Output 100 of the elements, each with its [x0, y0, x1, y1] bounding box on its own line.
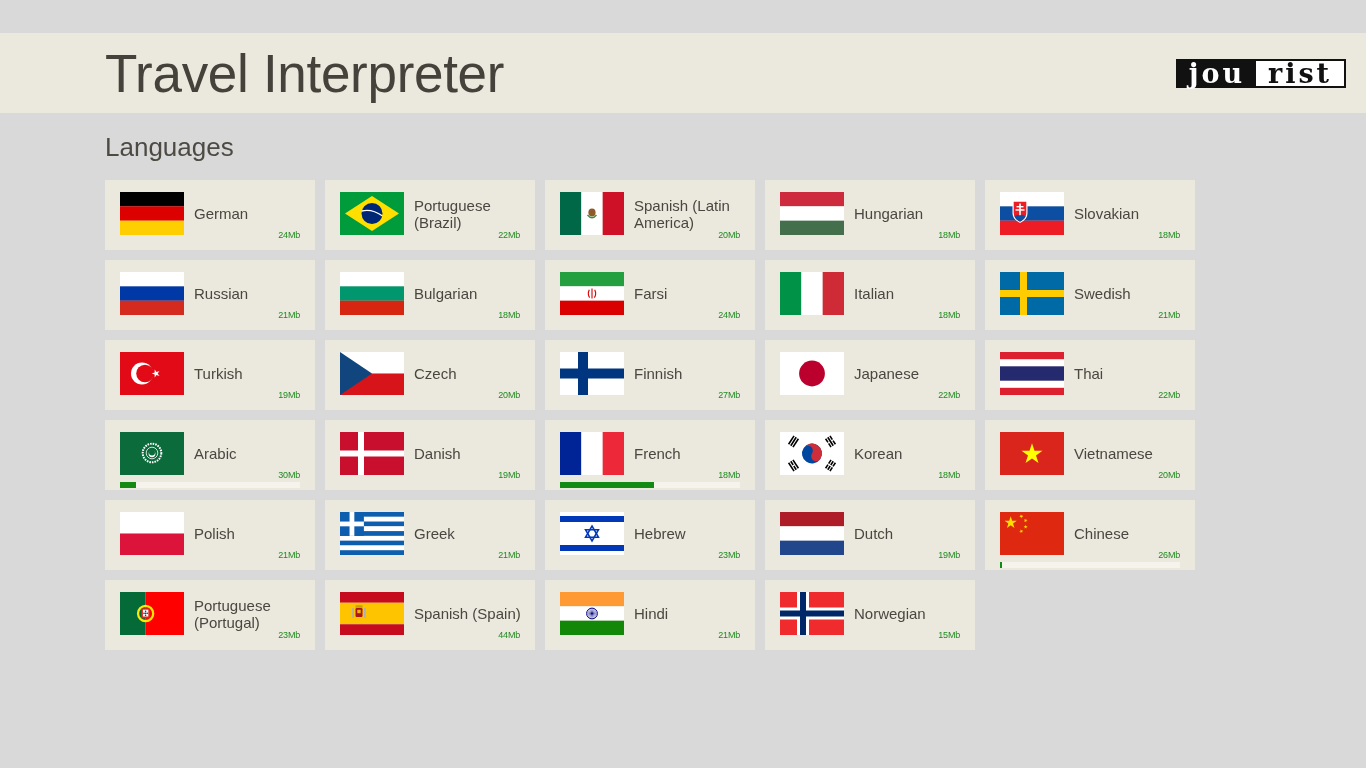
download-size: 21Mb: [1158, 311, 1180, 320]
finnish-flag-icon: [560, 352, 624, 395]
arab-league-flag-icon: [120, 432, 184, 475]
language-tile[interactable]: Turkish 19Mb: [105, 340, 315, 410]
download-size: 20Mb: [718, 231, 740, 240]
italian-flag-icon: [780, 272, 844, 315]
language-tile[interactable]: Dutch 19Mb: [765, 500, 975, 570]
norwegian-flag-icon: [780, 592, 844, 635]
brazilian-flag-icon: [340, 192, 404, 235]
spanish-flag-icon: [340, 592, 404, 635]
language-name: Hebrew: [634, 525, 686, 542]
language-name: Norwegian: [854, 605, 926, 622]
japanese-flag-icon: [780, 352, 844, 395]
language-tile[interactable]: Russian 21Mb: [105, 260, 315, 330]
app-title: Travel Interpreter: [105, 43, 505, 104]
download-size: 18Mb: [498, 311, 520, 320]
language-tile[interactable]: Portuguese (Portugal) 23Mb: [105, 580, 315, 650]
language-name: Swedish: [1074, 285, 1131, 302]
language-name: German: [194, 205, 249, 222]
language-tile[interactable]: Slovakian 18Mb: [985, 180, 1195, 250]
language-tile[interactable]: Greek 21Mb: [325, 500, 535, 570]
czech-flag-icon: [340, 352, 404, 395]
download-size: 19Mb: [498, 471, 520, 480]
language-tile[interactable]: Thai 22Mb: [985, 340, 1195, 410]
language-tile[interactable]: Hungarian 18Mb: [765, 180, 975, 250]
chinese-flag-icon: [1000, 512, 1064, 555]
download-size: 21Mb: [278, 551, 300, 560]
mexican-flag-icon: [560, 192, 624, 235]
language-tile[interactable]: Hindi 21Mb: [545, 580, 755, 650]
turkish-flag-icon: [120, 352, 184, 395]
download-size: 22Mb: [498, 231, 520, 240]
language-tile[interactable]: Arabic 30Mb: [105, 420, 315, 490]
language-tile[interactable]: Swedish 21Mb: [985, 260, 1195, 330]
language-tile[interactable]: Polish 21Mb: [105, 500, 315, 570]
section-heading: Languages: [105, 132, 234, 162]
russian-flag-icon: [120, 272, 184, 315]
download-size: 26Mb: [1158, 551, 1180, 560]
download-size: 18Mb: [1158, 231, 1180, 240]
swedish-flag-icon: [1000, 272, 1064, 315]
download-size: 19Mb: [278, 391, 300, 400]
vietnamese-flag-icon: [1000, 432, 1064, 475]
language-tile[interactable]: Chinese 26Mb: [985, 500, 1195, 570]
download-size: 23Mb: [718, 551, 740, 560]
israeli-flag-icon: [560, 512, 624, 555]
language-name: Dutch: [854, 525, 894, 542]
download-size: 44Mb: [498, 631, 520, 640]
slovak-flag-icon: [1000, 192, 1064, 235]
language-name: Hungarian: [854, 205, 924, 222]
language-tile[interactable]: Japanese 22Mb: [765, 340, 975, 410]
language-name: Vietnamese: [1074, 445, 1153, 462]
logo: jou rist: [1176, 58, 1346, 88]
language-tile[interactable]: Bulgarian 18Mb: [325, 260, 535, 330]
download-size: 22Mb: [1158, 391, 1180, 400]
download-size: 24Mb: [278, 231, 300, 240]
language-name: Spanish (Latin America): [634, 196, 731, 231]
thai-flag-icon: [1000, 352, 1064, 395]
dutch-flag-icon: [780, 512, 844, 555]
language-name: French: [634, 445, 681, 462]
language-tile[interactable]: Danish 19Mb: [325, 420, 535, 490]
bulgarian-flag-icon: [340, 272, 404, 315]
language-tile[interactable]: German 24Mb: [105, 180, 315, 250]
french-flag-icon: [560, 432, 624, 475]
language-name: Turkish: [194, 365, 243, 382]
language-name: Greek: [414, 525, 455, 542]
language-tile[interactable]: Portuguese (Brazil) 22Mb: [325, 180, 535, 250]
language-tile[interactable]: Norwegian 15Mb: [765, 580, 975, 650]
language-tile[interactable]: Hebrew 23Mb: [545, 500, 755, 570]
language-tile[interactable]: French 18Mb: [545, 420, 755, 490]
language-tile[interactable]: Farsi 24Mb: [545, 260, 755, 330]
download-size: 20Mb: [1158, 471, 1180, 480]
download-size: 21Mb: [498, 551, 520, 560]
language-name: Portuguese (Portugal): [194, 596, 272, 631]
hungarian-flag-icon: [780, 192, 844, 235]
language-tile[interactable]: Italian 18Mb: [765, 260, 975, 330]
download-size: 21Mb: [718, 631, 740, 640]
language-name: Finnish: [634, 365, 683, 382]
download-size: 19Mb: [938, 551, 960, 560]
language-name: Italian: [854, 285, 895, 302]
korean-flag-icon: [780, 432, 844, 475]
download-size: 21Mb: [278, 311, 300, 320]
language-name: Korean: [854, 445, 903, 462]
language-name: Farsi: [634, 285, 668, 302]
language-name: Chinese: [1074, 525, 1130, 542]
language-tile[interactable]: Czech 20Mb: [325, 340, 535, 410]
language-tile[interactable]: Finnish 27Mb: [545, 340, 755, 410]
greek-flag-icon: [340, 512, 404, 555]
download-size: 22Mb: [938, 391, 960, 400]
language-tile[interactable]: Vietnamese 20Mb: [985, 420, 1195, 490]
language-name: Thai: [1074, 365, 1104, 382]
language-tile[interactable]: Korean 18Mb: [765, 420, 975, 490]
danish-flag-icon: [340, 432, 404, 475]
download-size: 30Mb: [278, 471, 300, 480]
language-name: Portuguese (Brazil): [414, 196, 492, 231]
language-name: Hindi: [634, 605, 669, 622]
download-size: 27Mb: [718, 391, 740, 400]
language-name: Danish: [414, 445, 461, 462]
language-name: Polish: [194, 525, 235, 542]
iranian-flag-icon: [560, 272, 624, 315]
language-tile[interactable]: Spanish (Latin America) 20Mb: [545, 180, 755, 250]
language-tile[interactable]: Spanish (Spain) 44Mb: [325, 580, 535, 650]
